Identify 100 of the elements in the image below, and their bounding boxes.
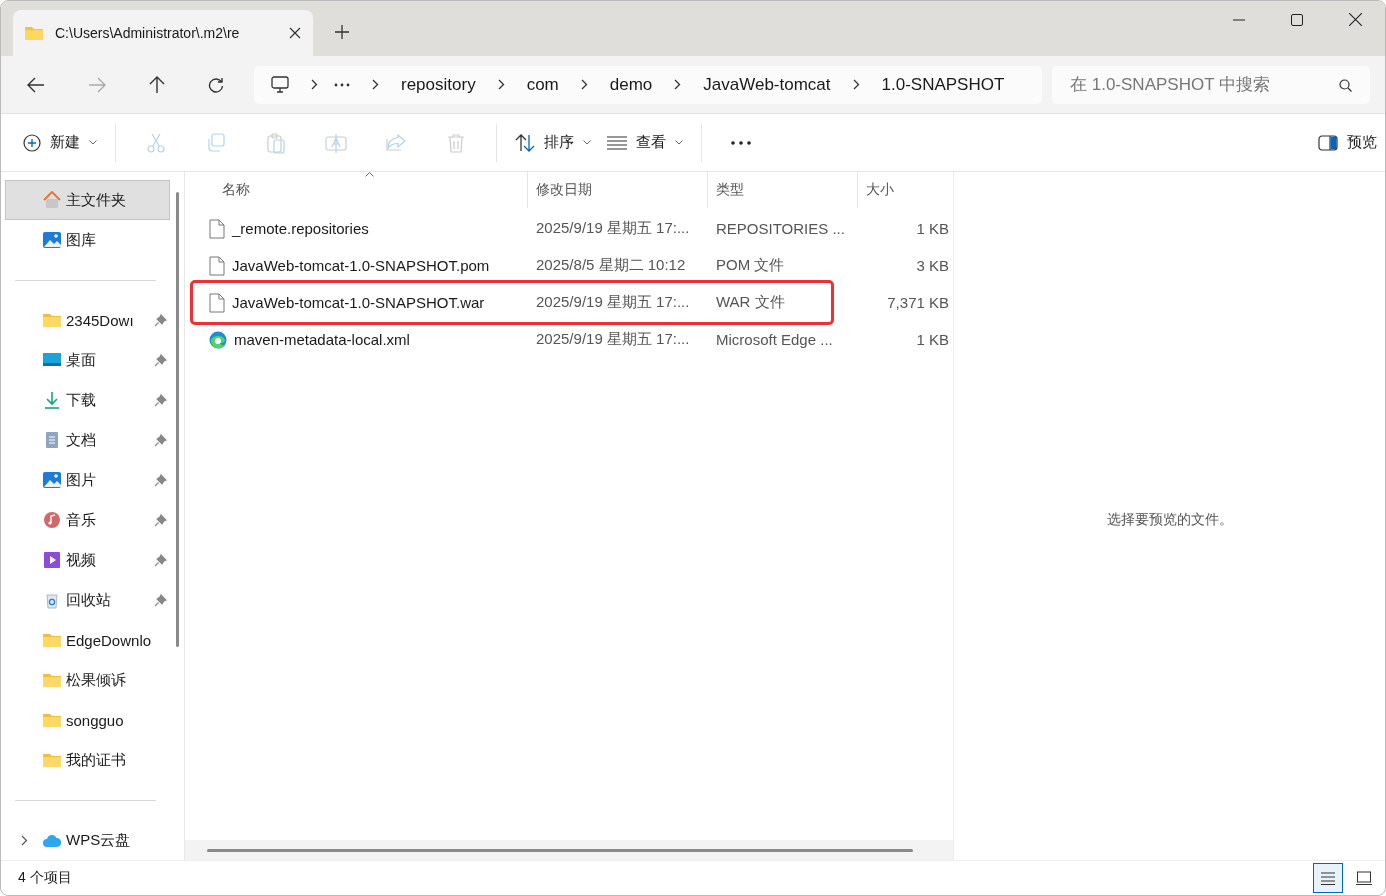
lines-icon — [607, 135, 627, 150]
sidebar-item[interactable]: 图库 — [5, 220, 170, 260]
sidebar-item[interactable]: 文档 — [5, 420, 170, 460]
breadcrumb-item[interactable]: demo — [609, 74, 653, 95]
rename-icon — [325, 131, 347, 154]
maximize-icon[interactable] — [1291, 13, 1303, 26]
sidebar-label: 主文件夹 — [66, 190, 127, 210]
film-icon — [42, 551, 62, 569]
folder-icon — [42, 751, 62, 769]
sidebar-label: 图库 — [66, 230, 97, 250]
share-arrow-icon — [385, 131, 407, 154]
sidebar-label: 下载 — [66, 390, 97, 410]
sidebar-label: 图片 — [66, 470, 97, 490]
sidebar-label: WPS云盘 — [66, 830, 132, 850]
details-view-button[interactable] — [1313, 863, 1343, 893]
house-icon — [42, 191, 62, 209]
sidebar-item[interactable]: 图片 — [5, 460, 170, 500]
back-arrow-icon[interactable] — [27, 76, 45, 93]
chevron-icon[interactable] — [20, 834, 28, 846]
scrollbar-thumb[interactable] — [207, 848, 913, 852]
sidebar-item[interactable]: 音乐 — [5, 500, 170, 540]
new-button[interactable]: 新建 — [15, 127, 105, 158]
list-icon — [1320, 871, 1336, 885]
folder-icon — [25, 26, 43, 40]
window-tab[interactable]: C:\Users\Administrator\.m2\re — [13, 10, 313, 56]
pin-icon — [154, 553, 167, 567]
column-header[interactable]: 名称 — [185, 172, 528, 208]
copy-icon — [205, 131, 227, 154]
sidebar-item[interactable]: 桌面 — [5, 340, 170, 380]
sidebar-item[interactable]: 下载 — [5, 380, 170, 420]
sidebar-item[interactable]: EdgeDownlo — [5, 620, 170, 660]
pin-icon — [154, 433, 167, 447]
search-field[interactable]: 在 1.0-SNAPSHOT 中搜索 — [1052, 65, 1370, 104]
sidebar-item[interactable]: 主文件夹 — [5, 180, 170, 220]
table-cell-text: WAR 文件 — [715, 293, 786, 312]
close-icon[interactable] — [289, 27, 301, 39]
sort-caret-icon — [365, 172, 374, 177]
sidebar-item[interactable]: 2345Dowı — [5, 300, 170, 340]
sidebar-item[interactable]: 我的证书 — [5, 740, 170, 780]
ellipsis-icon[interactable] — [334, 82, 350, 87]
pin-icon — [154, 353, 167, 367]
sidebar-item[interactable]: 松果倾诉 — [5, 660, 170, 700]
folder-icon — [42, 311, 62, 329]
file-name: maven-metadata-local.xml — [234, 331, 410, 348]
table-cell-text: 2025/9/19 星期五 17:... — [535, 330, 691, 349]
new-tab-icon[interactable] — [335, 25, 349, 39]
scissors-icon — [145, 131, 167, 154]
folder-icon — [42, 671, 62, 689]
preview-message: 选择要预览的文件。 — [1106, 511, 1233, 529]
chevron-icon — [497, 79, 505, 90]
breadcrumb-item[interactable]: 1.0-SNAPSHOT — [881, 74, 1005, 95]
sort-button[interactable]: 排序 — [507, 127, 599, 158]
table-cell-text: 3 KB — [915, 257, 950, 274]
table-cell-text: 7,371 KB — [886, 294, 950, 311]
sidebar-item[interactable]: songguo — [5, 700, 170, 740]
pin-icon — [154, 393, 167, 407]
image-icon — [42, 471, 62, 489]
file-row[interactable]: maven-metadata-local.xml 2025/9/19 星期五 17:... Microsoft Edge ... 1 KB — [185, 321, 953, 358]
column-header[interactable]: 大小 — [858, 172, 953, 208]
file-name: JavaWeb-tomcat-1.0-SNAPSHOT.pom — [232, 257, 490, 274]
caret-icon — [583, 140, 591, 145]
sidebar-label: 2345Dowı — [66, 311, 135, 329]
sidebar-label: EdgeDownlo — [66, 631, 153, 649]
scrollbar-thumb[interactable] — [175, 192, 179, 647]
image-icon — [42, 231, 62, 249]
table-cell-text: REPOSITORIES ... — [715, 220, 846, 237]
search-icon — [1339, 78, 1352, 92]
chevron-icon — [852, 79, 860, 90]
caret-icon — [675, 140, 683, 145]
dots-icon — [731, 140, 751, 145]
pane-icon — [1318, 134, 1338, 151]
tile-icon — [1356, 871, 1372, 885]
up-arrow-icon[interactable] — [149, 75, 165, 94]
file-row[interactable]: _remote.repositories 2025/9/19 星期五 17:... REPOSITORIES ... 1 KB — [185, 210, 953, 247]
column-header[interactable]: 类型 — [708, 172, 858, 208]
sidebar-label: songguo — [66, 711, 125, 729]
file-row[interactable]: JavaWeb-tomcat-1.0-SNAPSHOT.war 2025/9/19 星期五 17:... WAR 文件 7,371 KB — [185, 284, 953, 321]
refresh-icon[interactable] — [208, 76, 224, 93]
address-bar[interactable]: repository com demo JavaWeb-tomcat 1.0-SNAPSHOT — [254, 65, 1042, 104]
sidebar-item[interactable]: 回收站 — [5, 580, 170, 620]
file-name: _remote.repositories — [232, 220, 369, 237]
breadcrumb-item[interactable]: JavaWeb-tomcat — [703, 74, 831, 95]
table-cell-text: 2025/9/19 星期五 17:... — [535, 219, 691, 238]
table-cell-text: 1 KB — [915, 220, 950, 237]
chevron-icon — [580, 79, 588, 90]
breadcrumb-item[interactable]: repository — [401, 74, 476, 95]
file-icon — [209, 255, 225, 276]
preview-button[interactable]: 预览 — [1310, 127, 1385, 158]
file-row[interactable]: JavaWeb-tomcat-1.0-SNAPSHOT.pom 2025/8/5 星期二 10:12 POM 文件 3 KB — [185, 247, 953, 284]
breadcrumb-item[interactable]: com — [526, 74, 559, 95]
close-icon[interactable] — [1349, 13, 1362, 26]
sidebar-item[interactable]: WPS云盘 — [5, 820, 170, 860]
item-count: 4 个项目 — [18, 869, 72, 887]
file-icon — [209, 218, 225, 239]
sidebar-item[interactable]: 视频 — [5, 540, 170, 580]
view-button[interactable]: 查看 — [599, 127, 691, 158]
column-header[interactable]: 修改日期 — [528, 172, 708, 208]
table-cell-text: 1 KB — [915, 331, 950, 348]
file-icon — [209, 292, 225, 313]
sidebar-label: 文档 — [66, 430, 97, 450]
